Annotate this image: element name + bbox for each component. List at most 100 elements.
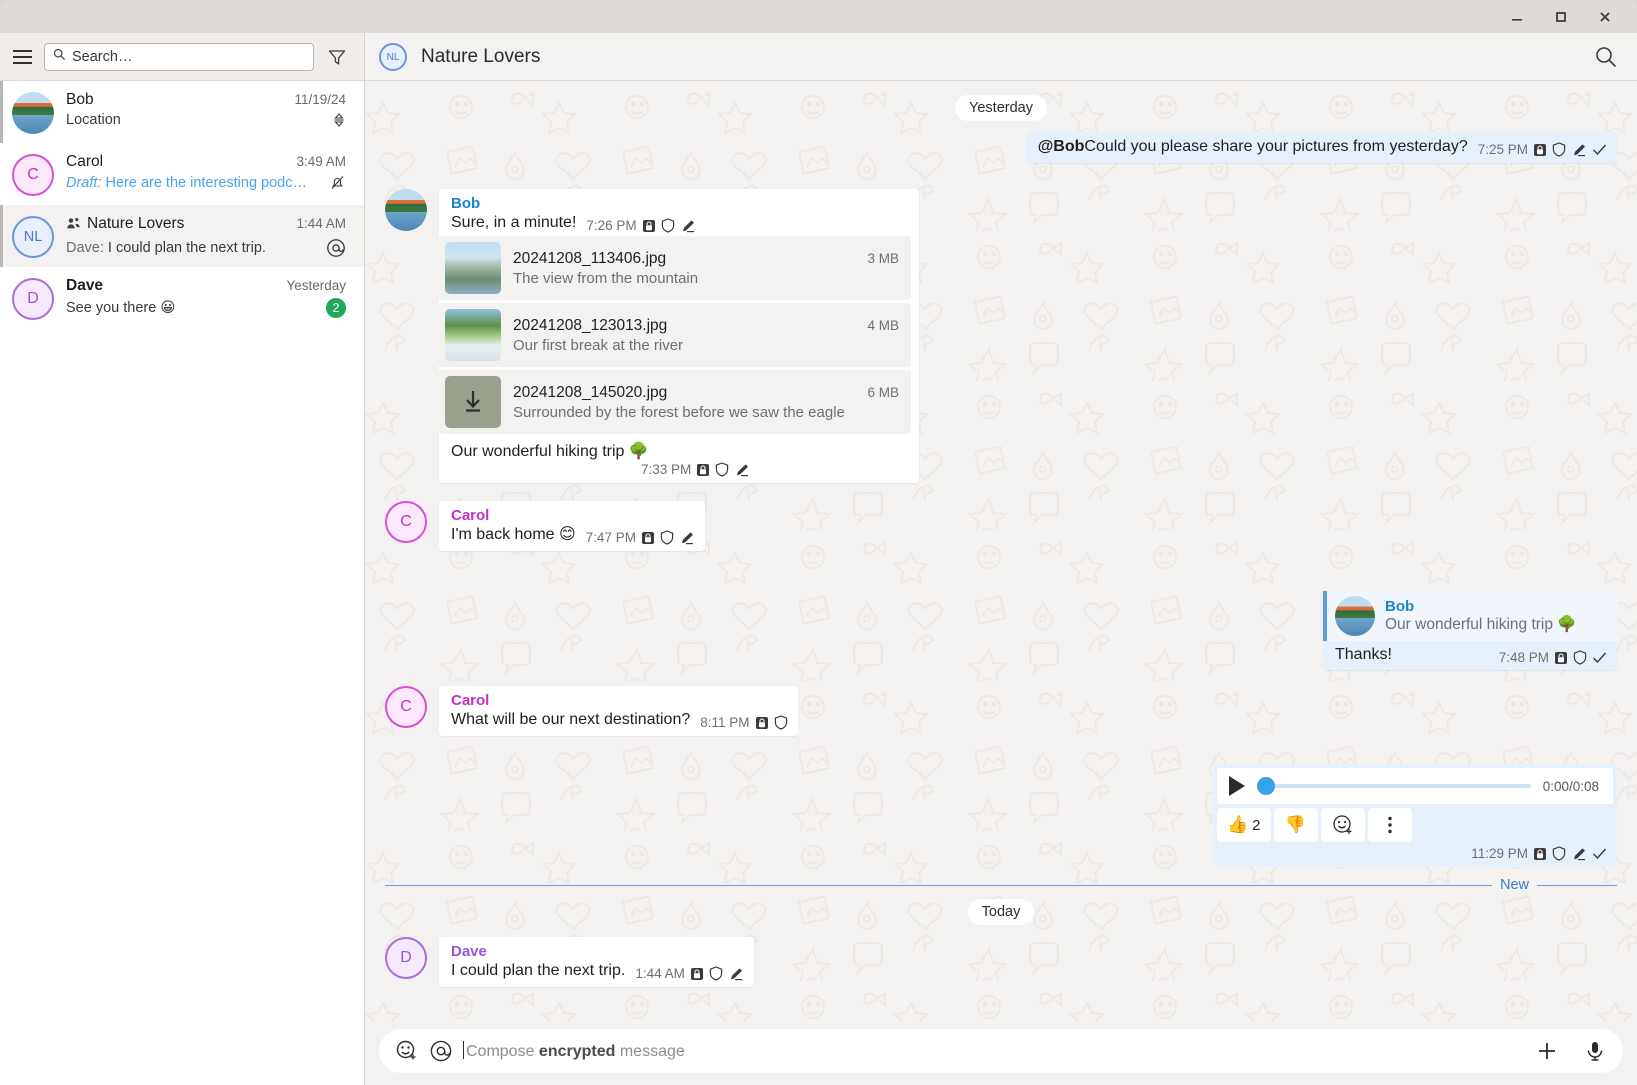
new-messages-divider: New (385, 877, 1617, 893)
page-title: Nature Lovers (421, 45, 541, 67)
avatar: C (385, 501, 427, 543)
day-divider-yesterday: Yesterday (385, 95, 1617, 121)
message-bubble-m5[interactable]: Carol What will be our next destination?… (439, 686, 798, 736)
microphone-icon[interactable] (1583, 1039, 1607, 1063)
hamburger-menu-icon[interactable] (10, 44, 34, 70)
shield-icon (774, 715, 788, 730)
message-text: I could plan the next trip. (451, 962, 626, 979)
message-time: 7:26 PM (586, 218, 637, 233)
chat-name: Dave (66, 277, 104, 294)
lock-icon (696, 463, 710, 477)
lock-icon (641, 531, 655, 545)
quoted-text: Our wonderful hiking trip 🌳 (1385, 616, 1577, 633)
shield-icon (715, 462, 729, 477)
chat-list-item-nature-lovers[interactable]: NL Nature Lovers 1:44 AM Dave: I could p… (0, 205, 364, 267)
voice-player[interactable]: 0:00/0:08 (1217, 768, 1613, 804)
message-time: 7:47 PM (585, 530, 636, 545)
compose-placeholder-bold: encrypted (538, 1043, 616, 1060)
chat-list-item-dave[interactable]: D Dave Yesterday See you there 😀 2 (0, 267, 364, 329)
message-row: Bob Sure, in a minute! 7:26 PM 20241208_… (385, 189, 1617, 483)
chat-time: 1:44 AM (296, 216, 346, 231)
avatar (385, 189, 427, 231)
message-sender: Dave (451, 943, 487, 960)
more-options-button[interactable] (1367, 808, 1412, 842)
text-caret (463, 1041, 464, 1059)
message-row: @Bob Could you please share your picture… (385, 131, 1617, 163)
avatar: NL (12, 216, 54, 258)
muted-bell-icon (329, 174, 346, 191)
compose-placeholder[interactable]: Compose encrypted message (463, 1041, 1525, 1061)
shield-icon (660, 530, 674, 545)
lock-icon (1554, 651, 1568, 665)
message-bubble-m6-voice[interactable]: 0:00/0:08 👍 2 👎 11:29 PM (1213, 764, 1617, 867)
message-time: 7:25 PM (1477, 142, 1528, 157)
add-reaction-icon (1332, 815, 1352, 834)
add-emoji-icon[interactable] (395, 1039, 419, 1063)
attach-icon[interactable] (1535, 1039, 1559, 1063)
chat-name: Nature Lovers (66, 215, 184, 235)
chat-time: Yesterday (286, 278, 346, 293)
mention-icon[interactable] (429, 1039, 453, 1063)
maximize-button[interactable] (1539, 0, 1583, 33)
message-row: C Carol What will be our next destinatio… (385, 686, 1617, 736)
voice-duration: 0:00/0:08 (1542, 778, 1599, 794)
check-icon (1592, 847, 1607, 860)
thumbs-down-icon: 👎 (1284, 815, 1307, 834)
avatar (12, 92, 54, 134)
chat-list-item-carol[interactable]: C Carol 3:49 AM Draft: Here are the inte… (0, 143, 364, 205)
reaction-thumbs-up-button[interactable]: 👍 2 (1217, 808, 1271, 842)
search-icon (53, 48, 66, 66)
play-button-icon[interactable] (1229, 776, 1245, 796)
chat-list-item-bob[interactable]: Bob 11/19/24 Location (0, 81, 364, 143)
sidebar: Bob 11/19/24 Location C (0, 33, 365, 1085)
attachment-row[interactable]: 20241208_145020.jpg 6 MB Surrounded by t… (439, 370, 911, 434)
sort-arrows-icon (332, 112, 346, 128)
reaction-thumbs-down-button[interactable]: 👎 (1273, 808, 1318, 842)
preview-sender: Dave: (66, 240, 104, 256)
message-sender: Carol (451, 507, 490, 524)
attachment-row[interactable]: 20241208_113406.jpg 3 MB The view from t… (439, 236, 911, 300)
message-scroll[interactable]: Yesterday @Bob Could you please share yo… (385, 95, 1617, 1022)
day-divider-label: Yesterday (955, 95, 1047, 121)
voice-progress-track[interactable] (1257, 777, 1531, 795)
minimize-button[interactable] (1495, 0, 1539, 33)
lock-icon (1533, 143, 1547, 157)
chat-header-avatar: NL (379, 43, 407, 71)
lock-icon (1533, 847, 1547, 861)
thumbs-up-icon: 👍 (1227, 815, 1249, 834)
message-row: C Carol I'm back home 😊 7:47 PM (385, 501, 1617, 551)
compose-placeholder-suffix: message (615, 1043, 685, 1060)
message-time: 7:48 PM (1498, 650, 1549, 665)
quoted-avatar (1335, 596, 1375, 636)
attachment-thumbnail-download[interactable] (445, 376, 501, 428)
unread-count-badge: 2 (326, 298, 346, 318)
lock-icon (642, 219, 656, 233)
message-row: 0:00/0:08 👍 2 👎 11:29 PM (385, 764, 1617, 867)
search-field[interactable] (44, 42, 314, 71)
pencil-icon (679, 531, 695, 545)
divider-line (1537, 884, 1617, 886)
close-button[interactable] (1583, 0, 1627, 33)
search-in-chat-icon[interactable] (1591, 42, 1621, 72)
new-divider-label: New (1499, 877, 1529, 893)
message-bubble-m7[interactable]: Dave I could plan the next trip. 1:44 AM (439, 937, 754, 987)
pencil-icon (734, 463, 750, 477)
quoted-sender: Bob (1385, 598, 1415, 615)
message-bubble-m1[interactable]: @Bob Could you please share your picture… (1025, 131, 1617, 163)
voice-progress-knob[interactable] (1257, 777, 1275, 795)
pencil-icon (1571, 847, 1587, 861)
compose-input-container[interactable]: Compose encrypted message (379, 1029, 1623, 1073)
chat-name-text: Nature Lovers (87, 215, 185, 232)
quoted-message[interactable]: Bob Our wonderful hiking trip 🌳 (1323, 591, 1617, 641)
search-input[interactable] (72, 48, 305, 65)
filter-icon[interactable] (324, 44, 350, 70)
reaction-bar: 👍 2 👎 (1217, 804, 1613, 842)
pencil-icon (1571, 143, 1587, 157)
message-bubble-m2[interactable]: Bob Sure, in a minute! 7:26 PM 20241208_… (439, 189, 919, 483)
attachment-row[interactable]: 20241208_123013.jpg 4 MB Our first break… (439, 303, 911, 367)
add-reaction-button[interactable] (1320, 808, 1365, 842)
message-bubble-m4[interactable]: Bob Our wonderful hiking trip 🌳 Thanks! … (1323, 591, 1617, 670)
message-sender: Bob (451, 195, 481, 212)
message-bubble-m3[interactable]: Carol I'm back home 😊 7:47 PM (439, 501, 705, 551)
pencil-icon (728, 967, 744, 981)
